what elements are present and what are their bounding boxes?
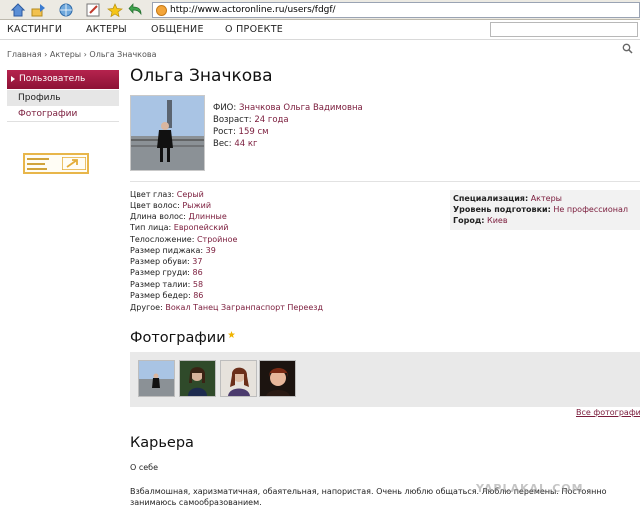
attr-label: Цвет глаз:	[130, 190, 175, 199]
attr-row: Цвет глаз: Серый	[130, 190, 204, 199]
site-top-nav: КАСТИНГИ АКТЕРЫ ОБЩЕНИЕ О ПРОЕКТЕ	[0, 20, 640, 54]
attr-label: Тип лица:	[130, 223, 172, 232]
sidebar-divider	[7, 121, 119, 122]
search-input[interactable]	[490, 22, 638, 37]
sidebar-item-photos[interactable]: Фотографии	[18, 109, 77, 119]
upload-icon[interactable]	[31, 3, 47, 17]
info-fio: ФИО: Значкова Ольга Вадимовна	[213, 103, 363, 113]
section-divider	[130, 181, 640, 182]
photo-thumbnail[interactable]	[259, 360, 296, 397]
attr-value[interactable]: 39	[206, 246, 216, 255]
info-height: Рост: 159 см	[213, 127, 269, 137]
attr-row: Длина волос: Длинные	[130, 212, 227, 221]
address-text: http://www.actoronline.ru/users/fdgf/	[170, 5, 336, 15]
height-value: 159 см	[238, 127, 269, 137]
attr-row: Тип лица: Европейский	[130, 223, 229, 232]
page-title: Ольга Значкова	[130, 66, 273, 86]
favorites-star-icon[interactable]	[107, 3, 123, 18]
attr-label: Размер талии:	[130, 280, 191, 289]
attr-row: Размер груди: 86	[130, 268, 203, 277]
nav-actors[interactable]: АКТЕРЫ	[86, 24, 127, 35]
spec-value[interactable]: Киев	[487, 216, 508, 225]
nav-community[interactable]: ОБЩЕНИЕ	[151, 24, 204, 35]
attr-label: Длина волос:	[130, 212, 186, 221]
weight-label: Вес:	[213, 139, 232, 149]
photos-section-title: Фотографии	[130, 330, 226, 346]
attr-value[interactable]: 37	[192, 257, 202, 266]
watermark: YAPLAKAL.COM	[476, 482, 584, 495]
edit-icon[interactable]	[86, 3, 102, 17]
career-section-title: Карьера	[130, 435, 194, 451]
nav-about[interactable]: О ПРОЕКТЕ	[225, 24, 283, 35]
spec-label: Уровень подготовки:	[453, 205, 551, 214]
attr-row: Размер обуви: 37	[130, 257, 202, 266]
fio-value: Значкова Ольга Вадимовна	[238, 103, 363, 113]
attr-value[interactable]: Рыжий	[182, 201, 211, 210]
attr-label: Размер пиджака:	[130, 246, 204, 255]
badge-arrow-icon	[61, 156, 87, 171]
attr-row: Размер бедер: 86	[130, 291, 203, 300]
photo-thumbnail[interactable]	[220, 360, 257, 397]
spec-specialization: Специализация: Актеры	[453, 194, 562, 203]
sidebar-header[interactable]: Пользователь	[7, 70, 119, 89]
globe-icon[interactable]	[58, 3, 74, 17]
profile-photo[interactable]	[130, 95, 205, 171]
about-label: О себе	[130, 463, 159, 472]
badge-lettering	[27, 157, 53, 173]
spec-city: Город: Киев	[453, 216, 508, 225]
breadcrumb[interactable]: Главная › Актеры › Ольга Значкова	[7, 50, 157, 59]
back-arrow-icon[interactable]	[128, 3, 144, 17]
sidebar-item-profile[interactable]: Профиль	[7, 90, 119, 106]
attr-value[interactable]: Вокал Танец Загранпаспорт Переезд	[165, 303, 323, 312]
attr-row: Другое: Вокал Танец Загранпаспорт Переез…	[130, 303, 323, 312]
photo-thumbnail[interactable]	[179, 360, 216, 397]
home-icon[interactable]	[10, 3, 26, 17]
attr-row: Размер талии: 58	[130, 280, 203, 289]
attr-row: Размер пиджака: 39	[130, 246, 216, 255]
attr-value[interactable]: 86	[193, 268, 203, 277]
attr-value[interactable]: Серый	[177, 190, 204, 199]
attr-row: Телосложение: Стройное	[130, 235, 237, 244]
spec-value[interactable]: Актеры	[531, 194, 562, 203]
spec-level: Уровень подготовки: Не профессионал	[453, 205, 628, 214]
site-favicon-icon	[156, 5, 167, 16]
attr-label: Телосложение:	[130, 235, 195, 244]
attr-label: Размер обуви:	[130, 257, 190, 266]
address-bar[interactable]: http://www.actoronline.ru/users/fdgf/	[152, 2, 640, 18]
attr-label: Размер груди:	[130, 268, 190, 277]
nav-castings[interactable]: КАСТИНГИ	[7, 24, 62, 35]
attr-label: Цвет волос:	[130, 201, 180, 210]
attr-value[interactable]: 58	[193, 280, 203, 289]
search-icon[interactable]	[622, 43, 633, 54]
attr-value[interactable]: Длинные	[189, 212, 227, 221]
attr-value[interactable]: 86	[193, 291, 203, 300]
attr-value[interactable]: Европейский	[174, 223, 229, 232]
attr-value[interactable]: Стройное	[197, 235, 237, 244]
star-icon	[228, 331, 235, 338]
spec-label: Специализация:	[453, 194, 529, 203]
photo-thumbnail[interactable]	[138, 360, 175, 397]
spec-label: Город:	[453, 216, 485, 225]
fio-label: ФИО:	[213, 103, 237, 113]
age-value: 24 года	[254, 115, 289, 125]
spec-value[interactable]: Не профессионал	[553, 205, 628, 214]
browser-toolbar: http://www.actoronline.ru/users/fdgf/	[0, 0, 640, 20]
triangle-right-icon	[11, 76, 15, 82]
age-label: Возраст:	[213, 115, 252, 125]
weight-value: 44 кг	[234, 139, 258, 149]
sidebar-header-label: Пользователь	[19, 74, 86, 84]
info-weight: Вес: 44 кг	[213, 139, 257, 149]
attr-label: Размер бедер:	[130, 291, 191, 300]
attr-label: Другое:	[130, 303, 163, 312]
info-age: Возраст: 24 года	[213, 115, 289, 125]
all-photos-link[interactable]: Все фотографии	[576, 408, 640, 417]
partner-badge[interactable]	[23, 153, 89, 174]
attr-row: Цвет волос: Рыжий	[130, 201, 211, 210]
height-label: Рост:	[213, 127, 236, 137]
